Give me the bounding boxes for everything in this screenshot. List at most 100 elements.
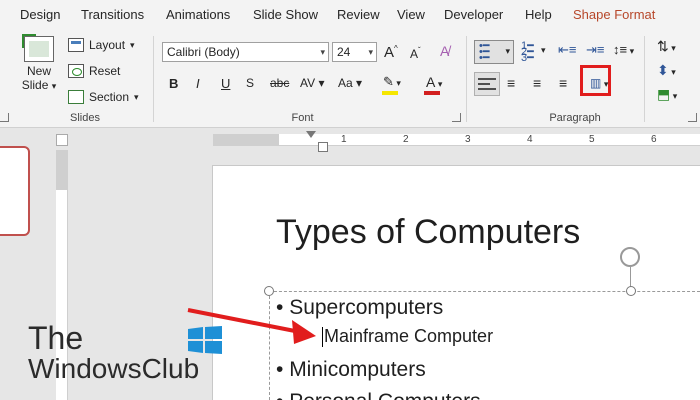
- watermark-line-2: WindowsClub: [28, 353, 200, 384]
- numbering-icon[interactable]: 1━ 2━ 3━: [521, 41, 534, 64]
- align-line: [478, 88, 496, 90]
- bullets-button[interactable]: •━ •━ •━ ▾: [474, 40, 514, 64]
- new-slide-button[interactable]: New Slide ▾: [16, 34, 62, 93]
- layout-icon: [68, 38, 84, 52]
- paragraph-dialog-launcher-icon[interactable]: [688, 113, 697, 122]
- rotate-stem: [630, 267, 631, 287]
- new-slide-icon: [22, 34, 54, 62]
- reset-icon: [68, 64, 84, 78]
- reset-label: Reset: [89, 64, 121, 78]
- font-size-combo[interactable]: 24 ▾: [332, 42, 377, 62]
- strikethrough-button[interactable]: abc: [270, 76, 289, 90]
- font-color-button[interactable]: A ▾: [426, 74, 442, 90]
- shrink-font-label: A: [410, 47, 419, 61]
- align-left-button[interactable]: [474, 72, 500, 96]
- line-spacing-button[interactable]: ↕≡ ▾: [613, 42, 634, 57]
- increase-indent-button[interactable]: ⇥≡: [586, 42, 604, 58]
- decrease-indent-button[interactable]: ⇤≡: [558, 42, 576, 58]
- first-line-indent-marker[interactable]: [306, 131, 316, 138]
- bold-button[interactable]: B: [169, 76, 178, 91]
- underline-button[interactable]: U: [221, 76, 230, 91]
- bullet-item[interactable]: • Personal Computers: [276, 390, 481, 400]
- bullet-item-sub[interactable]: Mainframe Computer: [324, 326, 493, 347]
- columns-button[interactable]: ▥ ▾: [590, 76, 608, 90]
- align-text-button[interactable]: ⬍ ▾: [657, 62, 676, 79]
- bullet-item[interactable]: • Supercomputers: [276, 296, 443, 320]
- align-line: [478, 78, 496, 80]
- tab-slide-show[interactable]: Slide Show: [253, 7, 318, 22]
- chevron-down-icon: ▾: [134, 91, 139, 102]
- new-slide-label-1: New: [26, 64, 51, 78]
- tab-view[interactable]: View: [397, 7, 425, 22]
- section-button[interactable]: Section ▾: [68, 90, 139, 104]
- slide-title[interactable]: Types of Computers: [276, 213, 580, 252]
- ruler-number: 5: [589, 134, 595, 145]
- group-label-font: Font: [291, 112, 314, 124]
- font-dialog-launcher-icon[interactable]: [452, 113, 461, 122]
- tab-shape-format[interactable]: Shape Format: [573, 7, 655, 22]
- horizontal-ruler: 1 2 3 4 5 6: [213, 134, 700, 146]
- chevron-down-icon: ▾: [505, 46, 510, 56]
- divider: [644, 36, 645, 122]
- resize-handle[interactable]: [626, 286, 636, 296]
- layout-button[interactable]: Layout ▾: [68, 38, 135, 52]
- bullet-text: Personal Computers: [289, 390, 480, 400]
- chevron-down-icon[interactable]: ▾: [541, 45, 546, 56]
- divider: [466, 36, 467, 122]
- left-indent-marker[interactable]: [318, 142, 328, 152]
- font-name-combo[interactable]: Calibri (Body) ▾: [162, 42, 329, 62]
- font-size-value: 24: [337, 45, 351, 59]
- reset-button[interactable]: Reset: [68, 64, 120, 78]
- bullets-icon: •━ •━ •━: [479, 40, 490, 64]
- italic-button[interactable]: I: [196, 76, 200, 91]
- spacing-label: AV: [300, 76, 316, 90]
- text-cursor: [322, 327, 323, 347]
- resize-handle[interactable]: [264, 286, 274, 296]
- ruler-number: 1: [341, 134, 347, 145]
- chevron-down-icon: ▾: [320, 47, 325, 57]
- ribbon: New Slide ▾ Layout ▾ Reset Section ▾ Sli…: [0, 30, 700, 128]
- clear-formatting-icon[interactable]: A̸: [440, 43, 449, 59]
- rotate-handle-icon[interactable]: [620, 247, 640, 267]
- layout-label: Layout: [89, 38, 126, 52]
- align-right-button[interactable]: ≡: [533, 75, 541, 91]
- chevron-down-icon: ▾: [130, 39, 135, 50]
- ruler-number: 6: [651, 134, 657, 145]
- font-name-value: Calibri (Body): [167, 45, 240, 59]
- slide-thumbnail[interactable]: [0, 146, 30, 236]
- ruler-margin: [56, 150, 68, 190]
- group-label-paragraph: Paragraph: [549, 112, 601, 124]
- tab-developer[interactable]: Developer: [444, 7, 503, 22]
- font-color-bar: [424, 91, 440, 95]
- ruler-number: 3: [465, 134, 471, 145]
- text-shadow-button[interactable]: S: [246, 76, 254, 90]
- ruler-corner: [56, 134, 68, 146]
- character-spacing-button[interactable]: AV ▾: [300, 76, 324, 90]
- font-color-label: A: [426, 74, 436, 90]
- tab-design[interactable]: Design: [20, 7, 60, 22]
- ruler-margin: [213, 134, 279, 146]
- ruler-number: 4: [527, 134, 533, 145]
- tab-animations[interactable]: Animations: [166, 7, 230, 22]
- tab-transitions[interactable]: Transitions: [81, 7, 144, 22]
- align-line: [478, 83, 490, 85]
- smartart-button[interactable]: ⬒ ▾: [657, 86, 677, 103]
- bullet-item[interactable]: • Minicomputers: [276, 358, 426, 382]
- change-case-button[interactable]: Aa ▾: [338, 76, 362, 90]
- shrink-font-button[interactable]: Aˇ: [410, 46, 421, 61]
- align-center-button[interactable]: ≡: [507, 75, 515, 91]
- watermark: The WindowsClub: [28, 322, 199, 384]
- group-label-slides: Slides: [70, 112, 100, 124]
- section-label: Section: [89, 90, 130, 104]
- tab-help[interactable]: Help: [525, 7, 552, 22]
- highlight-color-bar: [382, 91, 398, 95]
- text-direction-button[interactable]: ⇅ ▾: [657, 38, 676, 55]
- chevron-down-icon: ▾: [368, 47, 373, 57]
- tab-review[interactable]: Review: [337, 7, 380, 22]
- slides-dialog-launcher-icon[interactable]: [0, 113, 9, 122]
- ruler-number: 2: [403, 134, 409, 145]
- grow-font-button[interactable]: A^: [384, 44, 398, 61]
- highlight-color-button[interactable]: ✎ ▾: [383, 74, 401, 90]
- bullet-text: Supercomputers: [289, 296, 444, 319]
- justify-button[interactable]: ≡: [559, 75, 567, 91]
